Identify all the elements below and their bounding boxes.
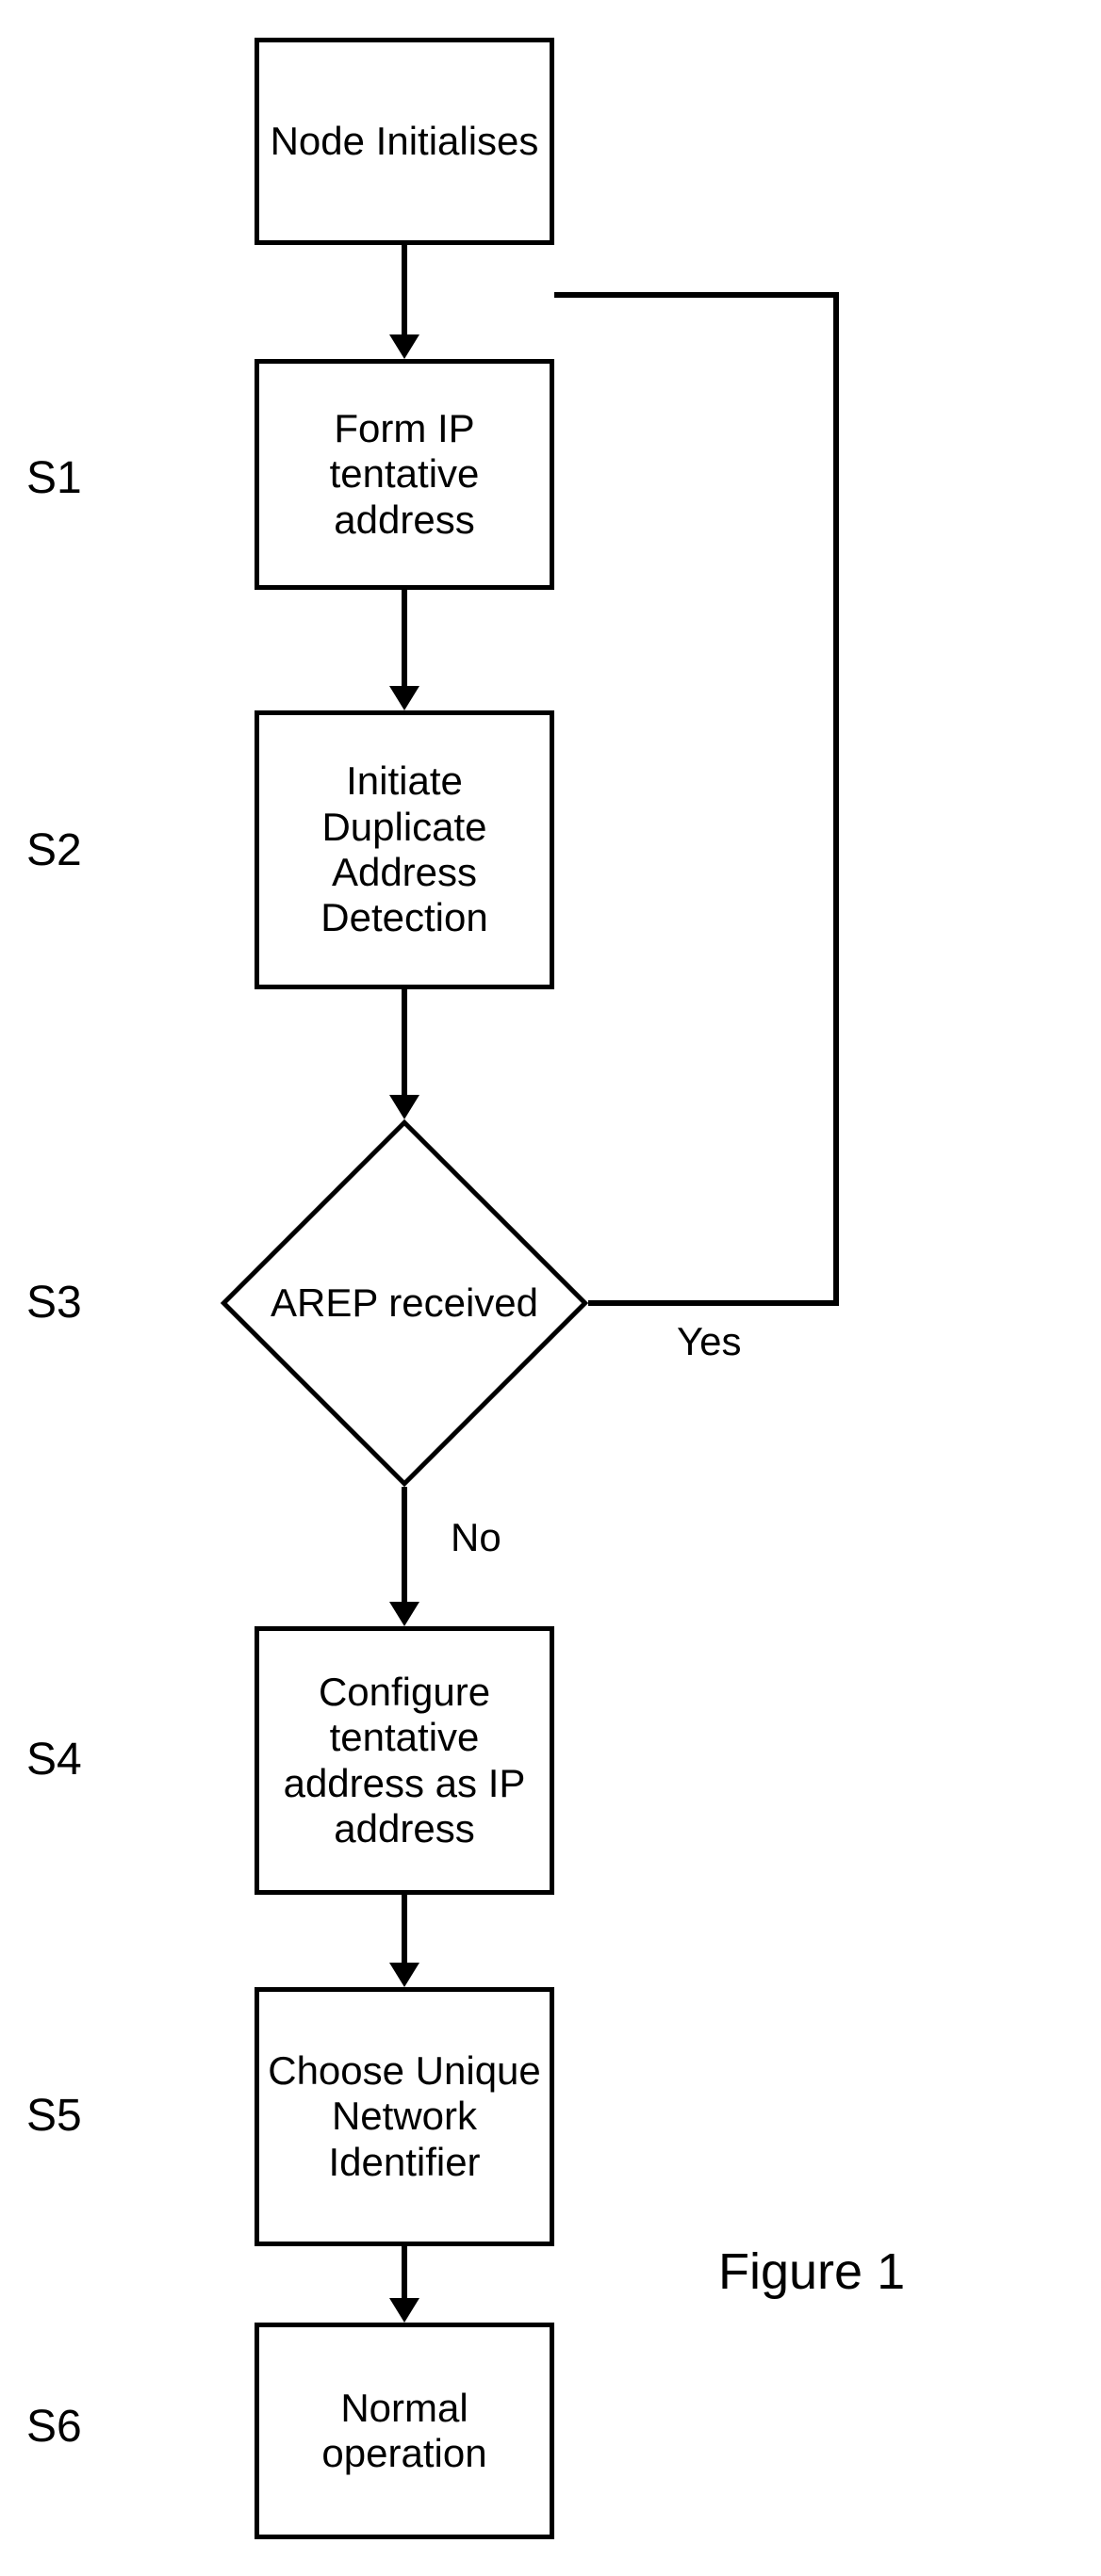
yes-h1 bbox=[588, 1300, 839, 1306]
s1-label: S1 bbox=[26, 452, 82, 504]
arrow-2-3 bbox=[402, 989, 407, 1095]
s5-label: S5 bbox=[26, 2090, 82, 2142]
configure-address-box: Configure tentative address as IP addres… bbox=[255, 1626, 554, 1895]
normal-operation-text: Normal operation bbox=[265, 2386, 544, 2477]
figure-title: Figure 1 bbox=[718, 2242, 905, 2301]
arrowhead-4-5 bbox=[389, 1963, 419, 1987]
yes-h2 bbox=[554, 292, 839, 298]
form-ip-box: Form IP tentative address bbox=[255, 359, 554, 590]
s6-label: S6 bbox=[26, 2401, 82, 2453]
arrow-3-4 bbox=[402, 1487, 407, 1602]
arrowhead-3-4 bbox=[389, 1602, 419, 1626]
arep-decision-text: AREP received bbox=[221, 1119, 588, 1487]
choose-uni-text: Choose Unique Network Identifier bbox=[265, 2048, 544, 2185]
s3-label: S3 bbox=[26, 1277, 82, 1329]
no-label: No bbox=[451, 1515, 501, 1560]
normal-operation-box: Normal operation bbox=[255, 2323, 554, 2539]
arrowhead-1-2 bbox=[389, 686, 419, 710]
yes-label: Yes bbox=[677, 1319, 742, 1364]
s2-label: S2 bbox=[26, 824, 82, 876]
arep-decision: AREP received bbox=[221, 1119, 588, 1487]
configure-address-text: Configure tentative address as IP addres… bbox=[265, 1670, 544, 1851]
node-initialises-box: Node Initialises bbox=[255, 38, 554, 245]
choose-uni-box: Choose Unique Network Identifier bbox=[255, 1987, 554, 2246]
initiate-dad-box: Initiate Duplicate Address Detection bbox=[255, 710, 554, 989]
node-initialises-text: Node Initialises bbox=[271, 119, 539, 164]
arrowhead-0-1 bbox=[389, 334, 419, 359]
arrow-4-5 bbox=[402, 1895, 407, 1963]
arrowhead-2-3 bbox=[389, 1095, 419, 1119]
arrow-5-6 bbox=[402, 2246, 407, 2298]
flowchart-page: Node Initialises Form IP tentative addre… bbox=[0, 0, 1101, 2576]
yes-v bbox=[833, 292, 839, 1306]
arrowhead-5-6 bbox=[389, 2298, 419, 2323]
arrow-1-2 bbox=[402, 590, 407, 686]
form-ip-text: Form IP tentative address bbox=[265, 406, 544, 543]
s4-label: S4 bbox=[26, 1734, 82, 1785]
initiate-dad-text: Initiate Duplicate Address Detection bbox=[265, 758, 544, 940]
arrow-0-1 bbox=[402, 245, 407, 334]
